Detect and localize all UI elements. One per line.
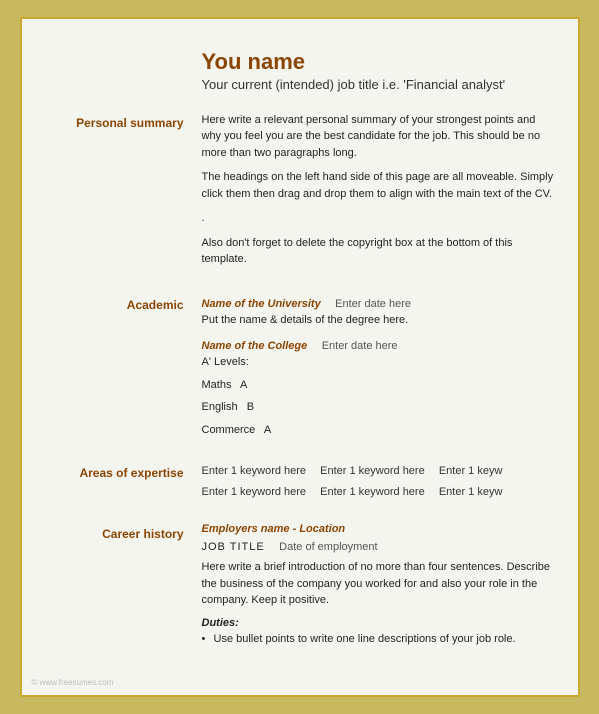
keyword-3: Enter 1 keyword here — [202, 483, 321, 502]
areas-expertise-content: Enter 1 keyword here Enter 1 keyword her… — [202, 462, 558, 505]
areas-expertise-label-col: Areas of expertise — [42, 462, 202, 505]
employment-date: Date of employment — [279, 541, 377, 553]
college-entry: Name of the College Enter date here A' L… — [202, 336, 558, 438]
academic-content: Name of the University Enter date here P… — [202, 294, 558, 445]
header-section: You name Your current (intended) job tit… — [42, 49, 558, 102]
personal-summary-content: Here write a relevant personal summary o… — [202, 112, 558, 276]
college-subject-2: Commerce A — [202, 422, 558, 439]
keyword-0: Enter 1 keyword here — [202, 462, 321, 481]
university-entry: Name of the University Enter date here P… — [202, 294, 558, 329]
personal-summary-label: Personal summary — [76, 116, 183, 130]
academic-label: Academic — [127, 298, 184, 312]
keywords-grid: Enter 1 keyword here Enter 1 keyword her… — [202, 462, 558, 501]
cv-page: You name Your current (intended) job tit… — [20, 17, 580, 698]
keyword-5: Enter 1 keyw — [439, 483, 558, 502]
cv-job-title: Your current (intended) job title i.e. '… — [202, 77, 558, 92]
career-history-label: Career history — [102, 527, 183, 541]
header-left — [42, 49, 202, 102]
college-date: Enter date here — [322, 340, 398, 352]
keyword-1: Enter 1 keyword here — [320, 462, 439, 481]
career-history-section: Career history Employers name - Location… — [42, 523, 558, 647]
personal-summary-section: Personal summary Here write a relevant p… — [42, 112, 558, 276]
header-right: You name Your current (intended) job tit… — [202, 49, 558, 102]
employer-intro: Here write a brief introduction of no mo… — [202, 559, 558, 609]
personal-summary-p2: The headings on the left hand side of th… — [202, 169, 558, 202]
college-name: Name of the College — [202, 340, 308, 352]
employer-job-title: JOB TITLE — [202, 541, 265, 553]
job-title-row: JOB TITLE Date of employment — [202, 537, 558, 555]
college-subject-1: English B — [202, 399, 558, 416]
personal-summary-p3: . — [202, 210, 558, 227]
watermark-text: © www.freesumes.com — [32, 678, 114, 687]
employer-name: Employers name - Location — [202, 523, 558, 535]
personal-summary-p4: Also don't forget to delete the copyrigh… — [202, 235, 558, 268]
areas-expertise-section: Areas of expertise Enter 1 keyword here … — [42, 462, 558, 505]
areas-expertise-label: Areas of expertise — [79, 466, 183, 480]
duties-label: Duties: — [202, 617, 558, 629]
bullet-0: Use bullet points to write one line desc… — [202, 631, 558, 648]
keyword-2: Enter 1 keyw — [439, 462, 558, 481]
college-subject-0: Maths A — [202, 377, 558, 394]
career-history-content: Employers name - Location JOB TITLE Date… — [202, 523, 558, 647]
academic-section: Academic Name of the University Enter da… — [42, 294, 558, 445]
keyword-4: Enter 1 keyword here — [320, 483, 439, 502]
college-levels-label: A' Levels: — [202, 354, 558, 371]
university-date: Enter date here — [335, 298, 411, 310]
academic-label-col: Academic — [42, 294, 202, 445]
university-detail: Put the name & details of the degree her… — [202, 312, 558, 329]
university-name: Name of the University — [202, 298, 321, 310]
cv-name: You name — [202, 49, 558, 75]
career-history-label-col: Career history — [42, 523, 202, 647]
personal-summary-p1: Here write a relevant personal summary o… — [202, 112, 558, 162]
personal-summary-label-col: Personal summary — [42, 112, 202, 276]
